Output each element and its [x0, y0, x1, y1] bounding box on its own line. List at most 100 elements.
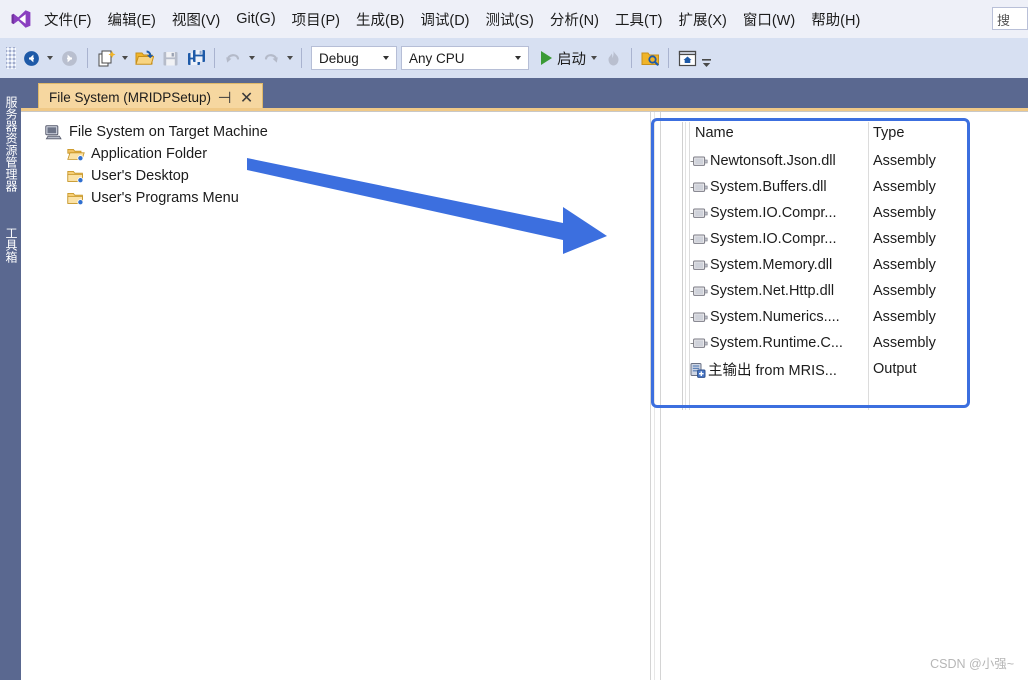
table-row[interactable]: System.Runtime.C... Assembly: [690, 330, 999, 356]
preview-window-icon[interactable]: [674, 45, 700, 71]
menu-window[interactable]: 窗口(W): [736, 5, 802, 34]
file-name: System.IO.Compr...: [710, 231, 837, 247]
hot-reload-flame-icon[interactable]: [600, 45, 626, 71]
sidebar-tab-toolbox[interactable]: 工具箱: [1, 214, 20, 276]
tree-node-target-machine[interactable]: File System on Target Machine: [45, 121, 268, 143]
target-machine-icon: [45, 125, 62, 140]
file-type: Assembly: [873, 257, 936, 273]
column-header-type[interactable]: Type: [873, 125, 904, 141]
file-type: Assembly: [873, 335, 936, 351]
file-name: Newtonsoft.Json.dll: [710, 153, 836, 169]
configuration-select[interactable]: Debug: [311, 46, 397, 70]
new-item-dropdown[interactable]: [119, 45, 131, 71]
menu-analyze[interactable]: 分析(N): [543, 5, 606, 34]
navigate-forward-icon[interactable]: [56, 45, 82, 71]
assembly-icon: [690, 207, 708, 219]
assembly-icon: [690, 337, 708, 349]
tree-node-users-programs-menu[interactable]: User's Programs Menu: [67, 187, 268, 209]
find-in-folder-icon[interactable]: [637, 45, 663, 71]
table-row[interactable]: 主输出 from MRIS... Output: [690, 356, 999, 382]
tree-node-users-desktop[interactable]: User's Desktop: [67, 165, 268, 187]
menu-debug[interactable]: 调试(D): [413, 5, 476, 34]
undo-icon[interactable]: [220, 45, 246, 71]
chevron-down-icon[interactable]: [378, 56, 394, 60]
file-type: Assembly: [873, 179, 936, 195]
toolbar-separator-4: [631, 48, 632, 68]
tree-node-label: User's Programs Menu: [91, 190, 239, 206]
file-list-header: Name Type: [690, 122, 999, 410]
menu-tools[interactable]: 工具(T): [608, 5, 670, 34]
start-debug-dropdown[interactable]: [588, 45, 600, 71]
tree-node-application-folder[interactable]: Application Folder: [67, 143, 268, 165]
toolbar-overflow-icon[interactable]: [700, 43, 712, 73]
assembly-icon: [690, 285, 708, 297]
file-name: 主输出 from MRIS...: [708, 362, 837, 379]
open-folder-icon: [67, 147, 85, 162]
chevron-down-icon[interactable]: [510, 56, 526, 60]
assembly-icon: [690, 311, 708, 323]
file-type: Assembly: [873, 153, 936, 169]
menu-extensions[interactable]: 扩展(X): [672, 5, 734, 34]
file-name: System.Buffers.dll: [710, 179, 827, 195]
menu-build[interactable]: 生成(B): [349, 5, 411, 34]
file-type: Output: [873, 361, 917, 377]
redo-icon[interactable]: [258, 45, 284, 71]
undo-dropdown[interactable]: [246, 45, 258, 71]
table-row[interactable]: Newtonsoft.Json.dll Assembly: [690, 148, 999, 174]
tree-node-label: Application Folder: [91, 146, 208, 162]
menu-help[interactable]: 帮助(H): [804, 5, 867, 34]
open-folder-icon[interactable]: [131, 45, 157, 71]
toolbar-grip[interactable]: [6, 47, 16, 69]
toolbar-separator: [87, 48, 88, 68]
menu-file[interactable]: 文件(F): [37, 5, 99, 34]
file-list-rows: Newtonsoft.Json.dll Assembly System.Buff…: [690, 148, 999, 382]
file-list-pane: Name Type Newtonsoft.Json.dll Assembly S…: [661, 112, 1028, 680]
start-debug-button[interactable]: 启动: [537, 45, 588, 71]
menu-view[interactable]: 视图(V): [165, 5, 227, 34]
column-header-name[interactable]: Name: [695, 125, 734, 141]
play-icon: [541, 51, 552, 65]
platform-select[interactable]: Any CPU: [401, 46, 529, 70]
close-icon[interactable]: ✕: [238, 88, 255, 108]
navigate-back-dropdown[interactable]: [44, 45, 56, 71]
table-row[interactable]: System.IO.Compr... Assembly: [690, 226, 999, 252]
menu-git[interactable]: Git(G): [229, 7, 282, 31]
tab-file-system[interactable]: File System (MRIDPSetup) ⊣ ✕: [38, 83, 264, 111]
visual-studio-logo-icon: [6, 0, 36, 38]
file-name: System.Runtime.C...: [710, 335, 843, 351]
sidebar-tab-server-explorer[interactable]: 服务器资源管理器: [1, 82, 20, 206]
pin-icon[interactable]: ⊣: [216, 88, 233, 108]
table-row[interactable]: System.Net.Http.dll Assembly: [690, 278, 999, 304]
menu-test[interactable]: 测试(S): [479, 5, 541, 34]
search-input[interactable]: 搜: [992, 7, 1028, 30]
new-item-icon[interactable]: [93, 45, 119, 71]
platform-value: Any CPU: [409, 50, 465, 66]
pane-splitter[interactable]: [650, 112, 661, 680]
table-row[interactable]: System.IO.Compr... Assembly: [690, 200, 999, 226]
start-debug-label: 启动: [557, 51, 586, 68]
left-dock-strip: 服务器资源管理器 工具箱: [0, 78, 21, 680]
navigate-back-icon[interactable]: [18, 45, 44, 71]
folder-icon: [67, 169, 84, 184]
standard-toolbar: Debug Any CPU 启动: [0, 38, 1028, 78]
file-list-scrollbar[interactable]: [679, 122, 690, 410]
visual-studio-window: 文件(F) 编辑(E) 视图(V) Git(G) 项目(P) 生成(B) 调试(…: [0, 0, 1028, 680]
folder-tree-pane: File System on Target Machine Applicatio…: [21, 112, 650, 680]
table-row[interactable]: System.Numerics.... Assembly: [690, 304, 999, 330]
file-type: Assembly: [873, 231, 936, 247]
file-type: Assembly: [873, 205, 936, 221]
tab-title: File System (MRIDPSetup): [49, 90, 212, 105]
configuration-value: Debug: [319, 50, 359, 66]
folder-tree: File System on Target Machine Applicatio…: [45, 121, 268, 209]
redo-dropdown[interactable]: [284, 45, 296, 71]
save-all-icon[interactable]: [183, 45, 209, 71]
menu-project[interactable]: 项目(P): [285, 5, 347, 34]
table-row[interactable]: System.Buffers.dll Assembly: [690, 174, 999, 200]
file-type: Assembly: [873, 309, 936, 325]
menu-edit[interactable]: 编辑(E): [101, 5, 163, 34]
file-system-editor: File System on Target Machine Applicatio…: [21, 111, 1028, 680]
assembly-icon: [690, 233, 708, 245]
toolbar-separator-2: [214, 48, 215, 68]
save-icon[interactable]: [157, 45, 183, 71]
table-row[interactable]: System.Memory.dll Assembly: [690, 252, 999, 278]
